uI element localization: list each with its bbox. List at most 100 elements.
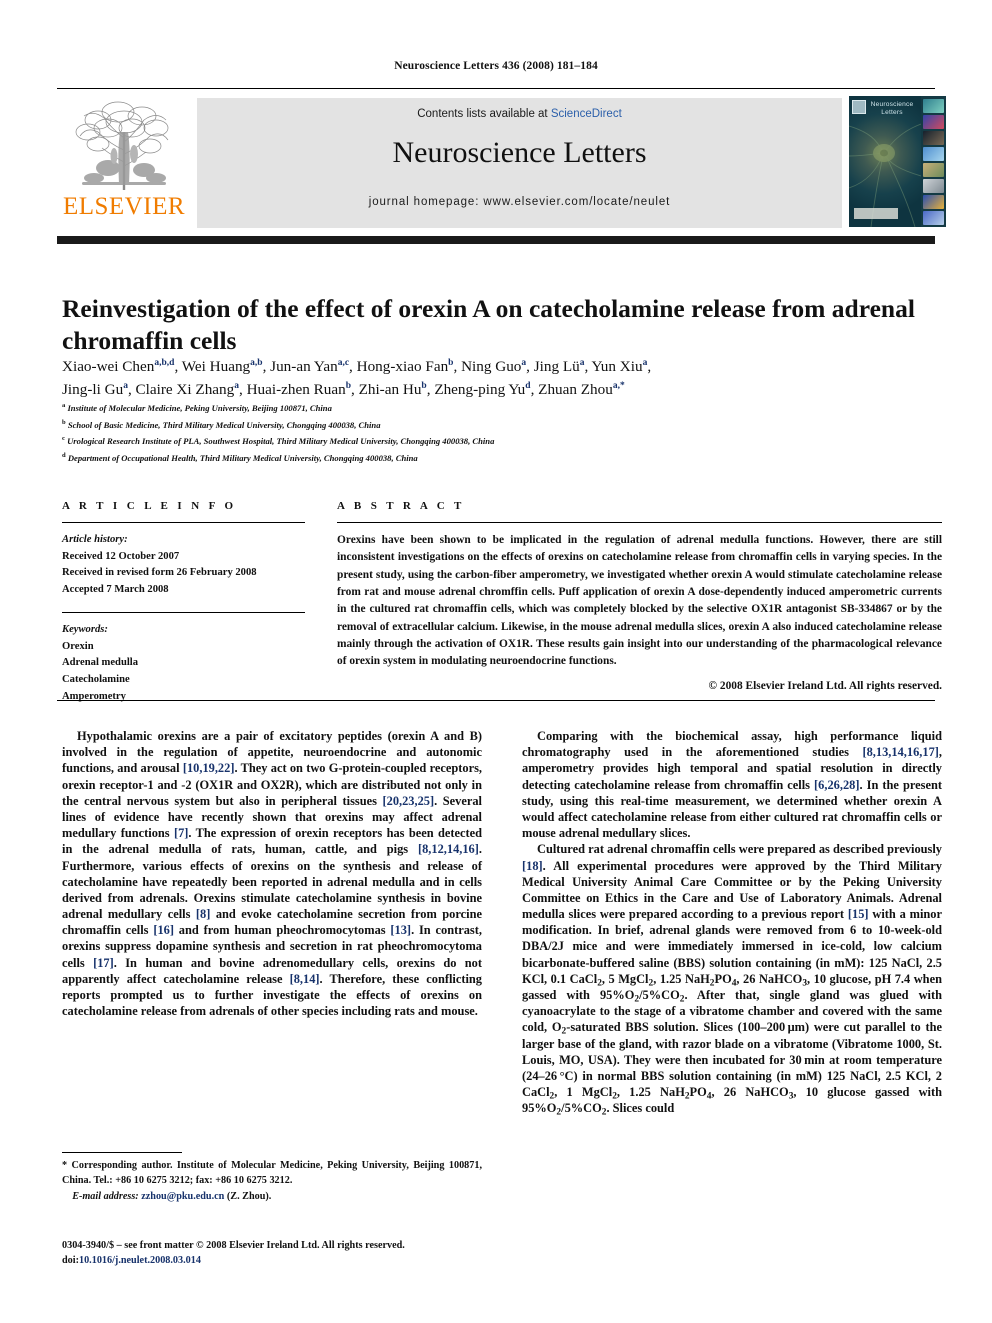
author-name: Xiao-wei Chen: [62, 358, 155, 375]
author-name: Hong-xiao Fan: [356, 358, 449, 375]
email-link[interactable]: zzhou@pku.edu.cn: [141, 1191, 224, 1202]
cover-neuron-image: Neuroscience Letters: [849, 96, 921, 227]
abstract-text: Orexins have been shown to be implicated…: [337, 534, 942, 668]
keywords-block: Keywords: Orexin Adrenal medulla Catecho…: [62, 622, 305, 706]
author-name: Ning Guo: [461, 358, 522, 375]
body-paragraph: Hypothalamic orexins are a pair of excit…: [62, 729, 483, 1019]
affiliation-item: c Urological Research Institute of PLA, …: [62, 433, 942, 450]
keyword-item: Catecholamine: [62, 674, 130, 686]
cover-figure-thumb: [923, 115, 944, 129]
author-name: Jing Lü: [533, 358, 580, 375]
abstract-divider: [337, 522, 942, 523]
cover-figure-thumb: [923, 179, 944, 193]
author-affil-marker: a: [123, 381, 128, 392]
journal-title: Neuroscience Letters: [392, 136, 647, 169]
running-head: Neuroscience Letters 436 (2008) 181–184: [394, 60, 598, 72]
author-name: Wei Huang: [181, 358, 251, 375]
front-matter-line: 0304-3940/$ – see front matter © 2008 El…: [62, 1240, 405, 1251]
author-affil-marker: a: [642, 357, 648, 368]
author-name: Zheng-ping Yu: [434, 381, 526, 399]
abstract-heading: A B S T R A C T: [337, 500, 465, 512]
doi-line: doi:10.1016/j.neulet.2008.03.014: [62, 1253, 492, 1268]
contents-available-line: Contents lists available at ScienceDirec…: [197, 108, 842, 120]
cover-caption-bar: [854, 208, 898, 219]
author-affil-marker: a: [579, 357, 585, 368]
journal-masthead: ELSEVIER Contents lists available at Sci…: [57, 96, 946, 230]
article-info-divider: [62, 522, 305, 523]
author-affil-marker: a: [234, 381, 239, 392]
author-name: Jun-an Yan: [270, 358, 338, 375]
keyword-item: Adrenal medulla: [62, 657, 139, 669]
sciencedirect-link[interactable]: ScienceDirect: [551, 108, 622, 120]
article-history: Article history: Received 12 October 200…: [62, 532, 305, 599]
author-name: Claire Xi Zhang: [135, 381, 235, 399]
author-affil-marker: a,b: [250, 357, 263, 368]
affiliation-marker: d: [62, 451, 66, 459]
cover-figure-thumb: [923, 163, 944, 177]
cover-figure-strip: [921, 96, 946, 227]
author-name: Zhi-an Hu: [358, 381, 422, 399]
author-affil-marker: a: [521, 357, 527, 368]
email-owner: (Z. Zhou).: [226, 1190, 272, 1202]
elsevier-logo: ELSEVIER: [60, 98, 188, 228]
cover-figure-thumb: [923, 147, 944, 161]
footnote-block: * Corresponding author. Institute of Mol…: [62, 1158, 482, 1204]
corresponding-author-note: * Corresponding author. Institute of Mol…: [62, 1160, 482, 1187]
page-title: Reinvestigation of the effect of orexin …: [62, 294, 915, 356]
author-affil-marker: d: [525, 381, 531, 392]
affiliation-item: b School of Basic Medicine, Third Milita…: [62, 417, 942, 434]
affiliation-item: d Department of Occupational Health, Thi…: [62, 450, 942, 467]
affiliation-list: a Institute of Molecular Medicine, Pekin…: [62, 400, 942, 466]
cover-figure-thumb: [923, 131, 944, 145]
cover-publisher-mark: [852, 100, 866, 114]
keywords-label: Keywords:: [62, 623, 108, 635]
author-name: Zhuan Zhou: [538, 381, 613, 399]
footnote-divider: [62, 1152, 182, 1153]
email-label: E-mail address:: [72, 1190, 139, 1202]
affiliation-text: School of Basic Medicine, Third Military…: [67, 419, 381, 430]
author-affil-marker: a,b,d: [154, 357, 175, 368]
masthead-band: Contents lists available at ScienceDirec…: [197, 98, 842, 228]
article-history-label: Article history:: [62, 534, 128, 545]
doi-link[interactable]: 10.1016/j.neulet.2008.03.014: [79, 1255, 201, 1266]
elsevier-wordmark: ELSEVIER: [62, 193, 186, 220]
history-item: Received 12 October 2007: [62, 550, 180, 562]
keyword-item: Orexin: [62, 640, 94, 652]
body-paragraph: Cultured rat adrenal chromaffin cells we…: [522, 842, 943, 1118]
abstract-block: A B S T R A C T Orexins have been shown …: [337, 500, 942, 692]
journal-cover-thumbnail: Neuroscience Letters: [849, 96, 946, 227]
body-column-left: Hypothalamic orexins are a pair of excit…: [62, 728, 482, 1019]
keyword-item: Amperometry: [62, 690, 126, 702]
author-affil-marker: a,*: [612, 381, 625, 392]
author-name: Yun Xiu: [591, 358, 643, 375]
affiliation-text: Institute of Molecular Medicine, Peking …: [67, 403, 332, 413]
author-affil-marker: b: [345, 381, 351, 392]
author-name: Jing-li Gu: [62, 381, 124, 399]
article-info-block: A R T I C L E I N F O Article history: R…: [62, 500, 305, 706]
affiliation-marker: b: [62, 418, 66, 426]
author-affil-marker: b: [421, 381, 427, 392]
journal-homepage-line[interactable]: journal homepage: www.elsevier.com/locat…: [197, 196, 842, 208]
body-paragraph: Comparing with the biochemical assay, hi…: [522, 729, 942, 841]
cover-figure-thumb: [923, 99, 944, 113]
history-item: Received in revised form 26 February 200…: [62, 567, 257, 579]
contents-prefix: Contents lists available at: [417, 108, 551, 120]
author-affil-marker: a,c: [337, 357, 350, 368]
masthead-bottom-rule: [57, 236, 935, 244]
body-column-right: Comparing with the biochemical assay, hi…: [522, 728, 942, 1117]
abstract-bottom-rule: [57, 700, 935, 701]
article-info-heading: A R T I C L E I N F O: [62, 500, 237, 512]
journal-article-page: Neuroscience Letters 436 (2008) 181–184: [0, 0, 992, 1323]
affiliation-marker: c: [62, 435, 65, 443]
cover-figure-thumb: [923, 211, 944, 225]
doi-label: doi:: [62, 1255, 79, 1267]
affiliation-marker: a: [62, 402, 66, 410]
history-item: Accepted 7 March 2008: [62, 584, 169, 596]
author-name: Huai-zhen Ruan: [246, 381, 346, 399]
affiliation-text: Urological Research Institute of PLA, So…: [67, 436, 495, 446]
cover-journal-title: Neuroscience Letters: [870, 101, 914, 117]
abstract-copyright: © 2008 Elsevier Ireland Ltd. All rights …: [708, 679, 942, 692]
author-list: Xiao-wei Chena,b,d, Wei Huanga,b, Jun-an…: [62, 357, 652, 399]
author-affil-marker: b: [448, 357, 454, 368]
elsevier-tree-icon: [68, 98, 180, 194]
